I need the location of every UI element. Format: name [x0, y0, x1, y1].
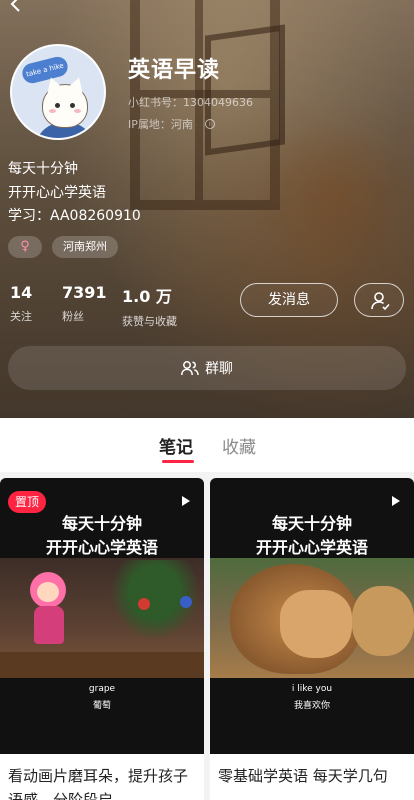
- floor: [0, 652, 204, 678]
- note-cover: 置顶 每天十分钟 开开心心学英语 grape 葡萄: [0, 478, 204, 754]
- note-caption: 看动画片磨耳朵，提升孩子语感，分阶段启...: [8, 767, 189, 800]
- note-caption: 零基础学英语 每天学几句: [218, 767, 388, 785]
- follow-button[interactable]: [354, 283, 404, 317]
- ornament: [180, 596, 192, 608]
- cat-blush: [49, 109, 56, 113]
- ip-location: IP属地：河南 i: [128, 116, 215, 132]
- cartoon-girl-face: [37, 582, 59, 602]
- cover-title: 开开心心学英语: [255, 538, 368, 557]
- subtitle-chinese: 葡萄: [92, 701, 111, 711]
- play-icon: [392, 496, 400, 506]
- stat-likes-collects[interactable]: 1.0 万 获赞与收藏: [122, 283, 177, 329]
- ip-location-text: IP属地：河南: [128, 118, 193, 131]
- group-chat-label: 群聊: [205, 361, 233, 377]
- subtitle-chinese: 我喜欢你: [293, 701, 330, 711]
- subtitle-english: i like you: [291, 684, 333, 694]
- info-icon[interactable]: i: [204, 119, 215, 129]
- lioness: [352, 586, 414, 656]
- note-cover: 每天十分钟 开开心心学英语 i like you 我喜欢你: [210, 478, 414, 754]
- gender-tag: ♀: [8, 236, 42, 258]
- stat-value: 14: [10, 283, 33, 302]
- group-icon: [181, 361, 199, 376]
- stat-value: 7391: [62, 283, 107, 302]
- user-check-icon: [371, 292, 390, 311]
- stat-followers[interactable]: 7391 粉丝: [62, 283, 107, 324]
- stat-value: 1.0 万: [122, 287, 172, 306]
- play-icon: [182, 496, 190, 506]
- active-tab-indicator: [162, 460, 194, 463]
- cartoon-scene-image: [0, 558, 204, 678]
- cover-title: 每天十分钟: [271, 514, 352, 533]
- bio-line: 每天十分钟: [8, 161, 78, 177]
- content-tabs: 笔记 收藏: [0, 418, 414, 472]
- send-message-button[interactable]: 发消息: [240, 283, 338, 317]
- note-card[interactable]: 置顶 每天十分钟 开开心心学英语 grape 葡萄 看动画片磨耳朵，提升孩子语感…: [0, 478, 204, 800]
- back-arrow-icon[interactable]: [8, 0, 26, 14]
- note-card[interactable]: 每天十分钟 开开心心学英语 i like you 我喜欢你 零基础学英语 每天学…: [210, 478, 414, 800]
- tab-notes[interactable]: 笔记: [159, 433, 193, 458]
- xhs-id[interactable]: 小红书号：1304049636: [128, 94, 253, 110]
- group-chat-button[interactable]: 群聊: [8, 346, 406, 390]
- subtitle-english: grape: [88, 684, 116, 694]
- bio-line: 学习：AA08260910: [8, 208, 141, 224]
- cartoon-girl-body: [34, 606, 64, 644]
- stat-label: 获赞与收藏: [122, 315, 177, 328]
- location-tag: 河南郑州: [52, 236, 118, 258]
- ornament: [138, 598, 150, 610]
- cat-eye: [70, 103, 75, 108]
- bio-line: 开开心心学英语: [8, 185, 106, 201]
- cat-eye: [55, 103, 60, 108]
- stat-label: 关注: [10, 310, 32, 323]
- stat-label: 粉丝: [62, 310, 84, 323]
- avatar[interactable]: take a hike: [10, 44, 106, 140]
- lion-face: [280, 590, 352, 658]
- profile-name: 英语早读: [128, 58, 221, 83]
- cover-title: 每天十分钟: [61, 514, 142, 533]
- stat-following[interactable]: 14 关注: [10, 283, 32, 324]
- tab-collections[interactable]: 收藏: [222, 433, 256, 458]
- avatar-cat-head: [42, 84, 88, 128]
- cover-title: 开开心心学英语: [45, 538, 158, 557]
- cat-blush: [74, 109, 81, 113]
- lion-scene-image: [210, 558, 414, 678]
- profile-header: take a hike 英语早读 小红书号：1304049636 IP属地：河南…: [0, 0, 414, 418]
